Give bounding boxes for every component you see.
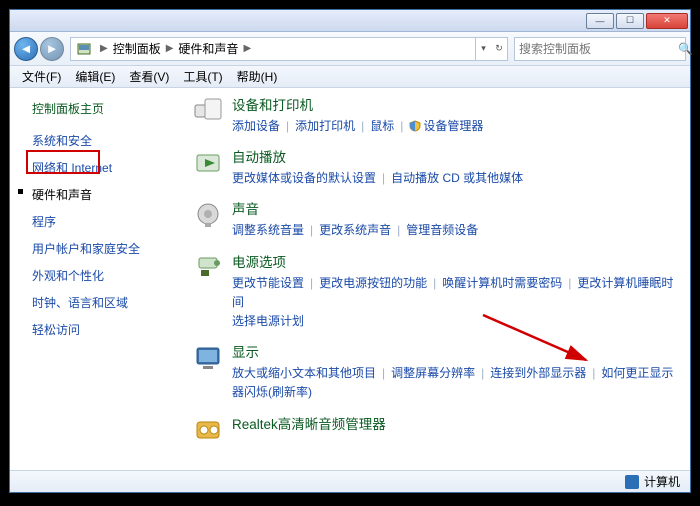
separator: |: [382, 171, 385, 185]
separator: |: [286, 119, 289, 133]
sidebar-home[interactable]: 控制面板主页: [10, 96, 182, 127]
menu-tools[interactable]: 工具(T): [177, 66, 228, 87]
sidebar-item-3[interactable]: 程序: [10, 208, 182, 235]
category-icon-3: [190, 251, 226, 287]
separator: |: [433, 276, 436, 290]
sidebar-item-1[interactable]: 网络和 Internet: [10, 154, 182, 181]
link-2-0[interactable]: 调整系统音量: [232, 223, 304, 237]
category-title[interactable]: Realtek高清晰音频管理器: [232, 413, 682, 433]
category-links: 调整系统音量 | 更改系统声音 | 管理音频设备: [232, 221, 682, 240]
search-icon[interactable]: 🔍: [678, 42, 693, 56]
separator: |: [382, 366, 385, 380]
category-1: 自动播放更改媒体或设备的默认设置 | 自动播放 CD 或其他媒体: [190, 146, 682, 188]
category-icon-1: [190, 146, 226, 182]
category-icon-4: [190, 341, 226, 377]
link-3-1[interactable]: 更改电源按钮的功能: [319, 276, 427, 290]
maximize-button[interactable]: ☐: [616, 13, 644, 29]
link-0-2[interactable]: 鼠标: [370, 119, 394, 133]
menu-bar: 文件(F) 编辑(E) 查看(V) 工具(T) 帮助(H): [10, 66, 690, 88]
sidebar-item-5[interactable]: 外观和个性化: [10, 262, 182, 289]
category-0: 设备和打印机添加设备 | 添加打印机 | 鼠标 | 设备管理器: [190, 94, 682, 136]
link-3-0[interactable]: 更改节能设置: [232, 276, 304, 290]
breadcrumb-root[interactable]: 控制面板: [111, 38, 163, 59]
separator: |: [592, 366, 595, 380]
sidebar-item-6[interactable]: 时钟、语言和区域: [10, 289, 182, 316]
separator: |: [310, 276, 313, 290]
category-title[interactable]: 自动播放: [232, 146, 682, 166]
link-4-0[interactable]: 放大或缩小文本和其他项目: [232, 366, 376, 380]
category-3: 电源选项更改节能设置|更改电源按钮的功能|唤醒计算机时需要密码|更改计算机睡眠时…: [190, 251, 682, 332]
link-2-2[interactable]: 管理音频设备: [406, 223, 478, 237]
computer-icon: [625, 475, 639, 489]
minimize-button[interactable]: —: [586, 13, 614, 29]
sidebar-item-0[interactable]: 系统和安全: [10, 127, 182, 154]
category-icon-5: [190, 413, 226, 449]
active-bullet-icon: [18, 189, 23, 194]
category-4: 显示放大或缩小文本和其他项目|调整屏幕分辨率|连接到外部显示器|如何更正显示器闪…: [190, 341, 682, 402]
refresh-button[interactable]: ↻: [491, 38, 507, 60]
back-button[interactable]: ◄: [14, 37, 38, 61]
menu-file[interactable]: 文件(F): [16, 66, 67, 87]
link-4-1[interactable]: 调整屏幕分辨率: [391, 366, 475, 380]
link-1-1[interactable]: 自动播放 CD 或其他媒体: [391, 171, 523, 185]
breadcrumb-current[interactable]: 硬件和声音: [176, 38, 240, 59]
status-bar: 计算机: [10, 470, 690, 492]
close-button[interactable]: ✕: [646, 13, 688, 29]
main-content: 设备和打印机添加设备 | 添加打印机 | 鼠标 | 设备管理器自动播放更改媒体或设备的默认设…: [182, 88, 690, 470]
link-1-0[interactable]: 更改媒体或设备的默认设置: [232, 171, 376, 185]
breadcrumb[interactable]: ▶ 控制面板 ▶ 硬件和声音 ▶ ▾ ↻: [70, 37, 508, 61]
search-box[interactable]: 🔍: [514, 37, 686, 61]
nav-bar: ◄ ► ▶ 控制面板 ▶ 硬件和声音 ▶ ▾ ↻ 🔍: [10, 32, 690, 66]
separator: |: [397, 223, 400, 237]
category-title[interactable]: 设备和打印机: [232, 94, 682, 114]
separator: |: [361, 119, 364, 133]
category-title[interactable]: 声音: [232, 198, 682, 218]
category-icon-2: [190, 198, 226, 234]
sidebar-item-7[interactable]: 轻松访问: [10, 316, 182, 343]
sidebar-item-2[interactable]: 硬件和声音: [10, 181, 182, 208]
category-links: 放大或缩小文本和其他项目|调整屏幕分辨率|连接到外部显示器|如何更正显示器闪烁(…: [232, 364, 682, 402]
menu-edit[interactable]: 编辑(E): [69, 66, 121, 87]
sidebar-item-4[interactable]: 用户帐户和家庭安全: [10, 235, 182, 262]
titlebar: — ☐ ✕: [10, 10, 690, 32]
category-title[interactable]: 电源选项: [232, 251, 682, 271]
chevron-right-icon: ▶: [166, 43, 174, 54]
control-panel-icon: [75, 40, 93, 58]
forward-button[interactable]: ►: [40, 37, 64, 61]
category-links: 更改媒体或设备的默认设置 | 自动播放 CD 或其他媒体: [232, 169, 682, 188]
category-links: 更改节能设置|更改电源按钮的功能|唤醒计算机时需要密码|更改计算机睡眠时间选择电…: [232, 274, 682, 332]
link-2-1[interactable]: 更改系统声音: [319, 223, 391, 237]
menu-view[interactable]: 查看(V): [123, 66, 175, 87]
window-frame: — ☐ ✕ ◄ ► ▶ 控制面板 ▶ 硬件和声音 ▶ ▾ ↻ 🔍 文件(F): [9, 9, 691, 493]
link-3-4[interactable]: 选择电源计划: [232, 314, 304, 328]
link-0-0[interactable]: 添加设备: [232, 119, 280, 133]
sidebar: 控制面板主页 系统和安全网络和 Internet硬件和声音程序用户帐户和家庭安全…: [10, 88, 182, 470]
link-0-3[interactable]: 设备管理器: [423, 119, 483, 133]
body: 控制面板主页 系统和安全网络和 Internet硬件和声音程序用户帐户和家庭安全…: [10, 88, 690, 470]
link-0-1[interactable]: 添加打印机: [295, 119, 355, 133]
separator: |: [568, 276, 571, 290]
search-input[interactable]: [515, 42, 678, 56]
shield-icon: [409, 119, 423, 133]
category-icon-0: [190, 94, 226, 130]
category-links: 添加设备 | 添加打印机 | 鼠标 | 设备管理器: [232, 117, 682, 136]
chevron-right-icon: ▶: [243, 43, 251, 54]
category-title[interactable]: 显示: [232, 341, 682, 361]
breadcrumb-dropdown[interactable]: ▾: [475, 38, 491, 60]
separator: |: [400, 119, 403, 133]
category-2: 声音调整系统音量 | 更改系统声音 | 管理音频设备: [190, 198, 682, 240]
status-text: 计算机: [644, 473, 680, 490]
menu-help[interactable]: 帮助(H): [231, 66, 284, 87]
link-4-2[interactable]: 连接到外部显示器: [490, 366, 586, 380]
separator: |: [310, 223, 313, 237]
category-5: Realtek高清晰音频管理器: [190, 413, 682, 449]
link-3-2[interactable]: 唤醒计算机时需要密码: [442, 276, 562, 290]
separator: |: [481, 366, 484, 380]
chevron-right-icon: ▶: [100, 43, 108, 54]
